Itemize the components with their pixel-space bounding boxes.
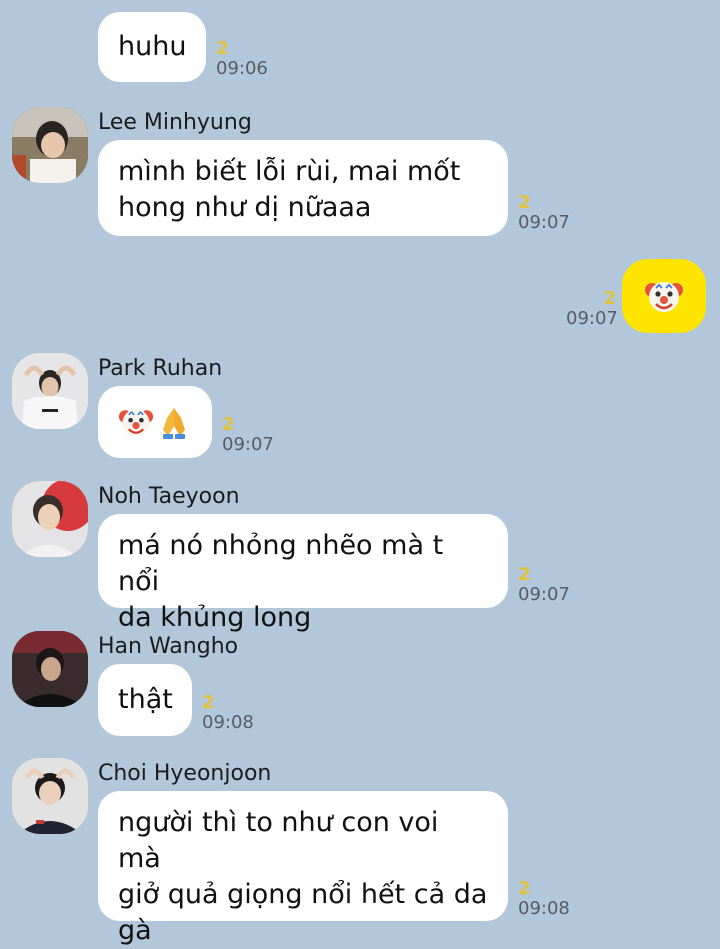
avatar[interactable] bbox=[12, 353, 88, 429]
message-text-line: mình biết lỗi rùi, mai mốt bbox=[118, 156, 461, 187]
message-time: 09:07 bbox=[518, 212, 570, 233]
message-time: 09:08 bbox=[518, 898, 570, 919]
clown-face-icon bbox=[118, 409, 154, 437]
message-meta: 2 09:08 bbox=[202, 694, 254, 734]
message-bubble[interactable]: mình biết lỗi rùi, mai mốt hong như dị n… bbox=[98, 140, 508, 236]
message-time: 09:07 bbox=[518, 584, 570, 605]
message-text-line: hong như dị nữaaa bbox=[118, 192, 372, 223]
message-text: huhu bbox=[118, 31, 187, 62]
folded-hands-icon bbox=[163, 408, 185, 439]
unread-count: 2 bbox=[518, 192, 531, 213]
message-bubble[interactable] bbox=[98, 386, 212, 458]
message-text-line: má nó nhỏng nhẽo mà t nổi bbox=[118, 530, 444, 597]
sender-name: Choi Hyeonjoon bbox=[98, 761, 272, 786]
avatar[interactable] bbox=[12, 758, 88, 834]
message-meta: 2 09:06 bbox=[216, 40, 268, 80]
my-message-bubble[interactable] bbox=[622, 259, 706, 333]
message-time: 09:07 bbox=[566, 308, 618, 329]
chat-area: huhu 2 09:06 Lee Minhyung mình biết lỗi … bbox=[0, 0, 720, 946]
unread-count: 2 bbox=[216, 38, 229, 59]
message-meta: 2 09:07 bbox=[518, 194, 570, 234]
message-meta: 2 09:07 bbox=[222, 416, 274, 456]
message-text-line: da khủng long bbox=[118, 602, 312, 633]
sender-name: Noh Taeyoon bbox=[98, 484, 240, 509]
message-meta: 2 09:07 bbox=[518, 566, 570, 606]
message-text-line: gà bbox=[118, 915, 152, 946]
message-time: 09:06 bbox=[216, 58, 268, 79]
message-bubble[interactable]: huhu bbox=[98, 12, 206, 82]
message-meta: 2 09:07 bbox=[566, 288, 618, 330]
avatar[interactable] bbox=[12, 481, 88, 557]
message-time: 09:08 bbox=[202, 712, 254, 733]
message-bubble[interactable]: thật bbox=[98, 664, 192, 736]
sender-name: Park Ruhan bbox=[98, 356, 223, 381]
sender-name: Han Wangho bbox=[98, 634, 239, 659]
message-bubble[interactable]: má nó nhỏng nhẽo mà t nổi da khủng long bbox=[98, 514, 508, 633]
sender-name: Lee Minhyung bbox=[98, 110, 252, 135]
unread-count: 2 bbox=[202, 692, 215, 713]
avatar[interactable] bbox=[12, 631, 88, 707]
clown-face-icon bbox=[645, 282, 683, 312]
unread-count: 2 bbox=[222, 414, 235, 435]
message-bubble[interactable]: người thì to như con voi mà giở quả giọn… bbox=[98, 791, 508, 946]
message-text: thật bbox=[118, 684, 173, 715]
message-text-line: giở quả giọng nổi hết cả da bbox=[118, 879, 488, 910]
message-text-line: người thì to như con voi mà bbox=[118, 807, 439, 874]
unread-count: 2 bbox=[518, 564, 531, 585]
unread-count: 2 bbox=[518, 878, 531, 899]
message-time: 09:07 bbox=[222, 434, 274, 455]
unread-count: 2 bbox=[603, 288, 616, 309]
avatar[interactable] bbox=[12, 107, 88, 183]
message-meta: 2 09:08 bbox=[518, 880, 570, 920]
